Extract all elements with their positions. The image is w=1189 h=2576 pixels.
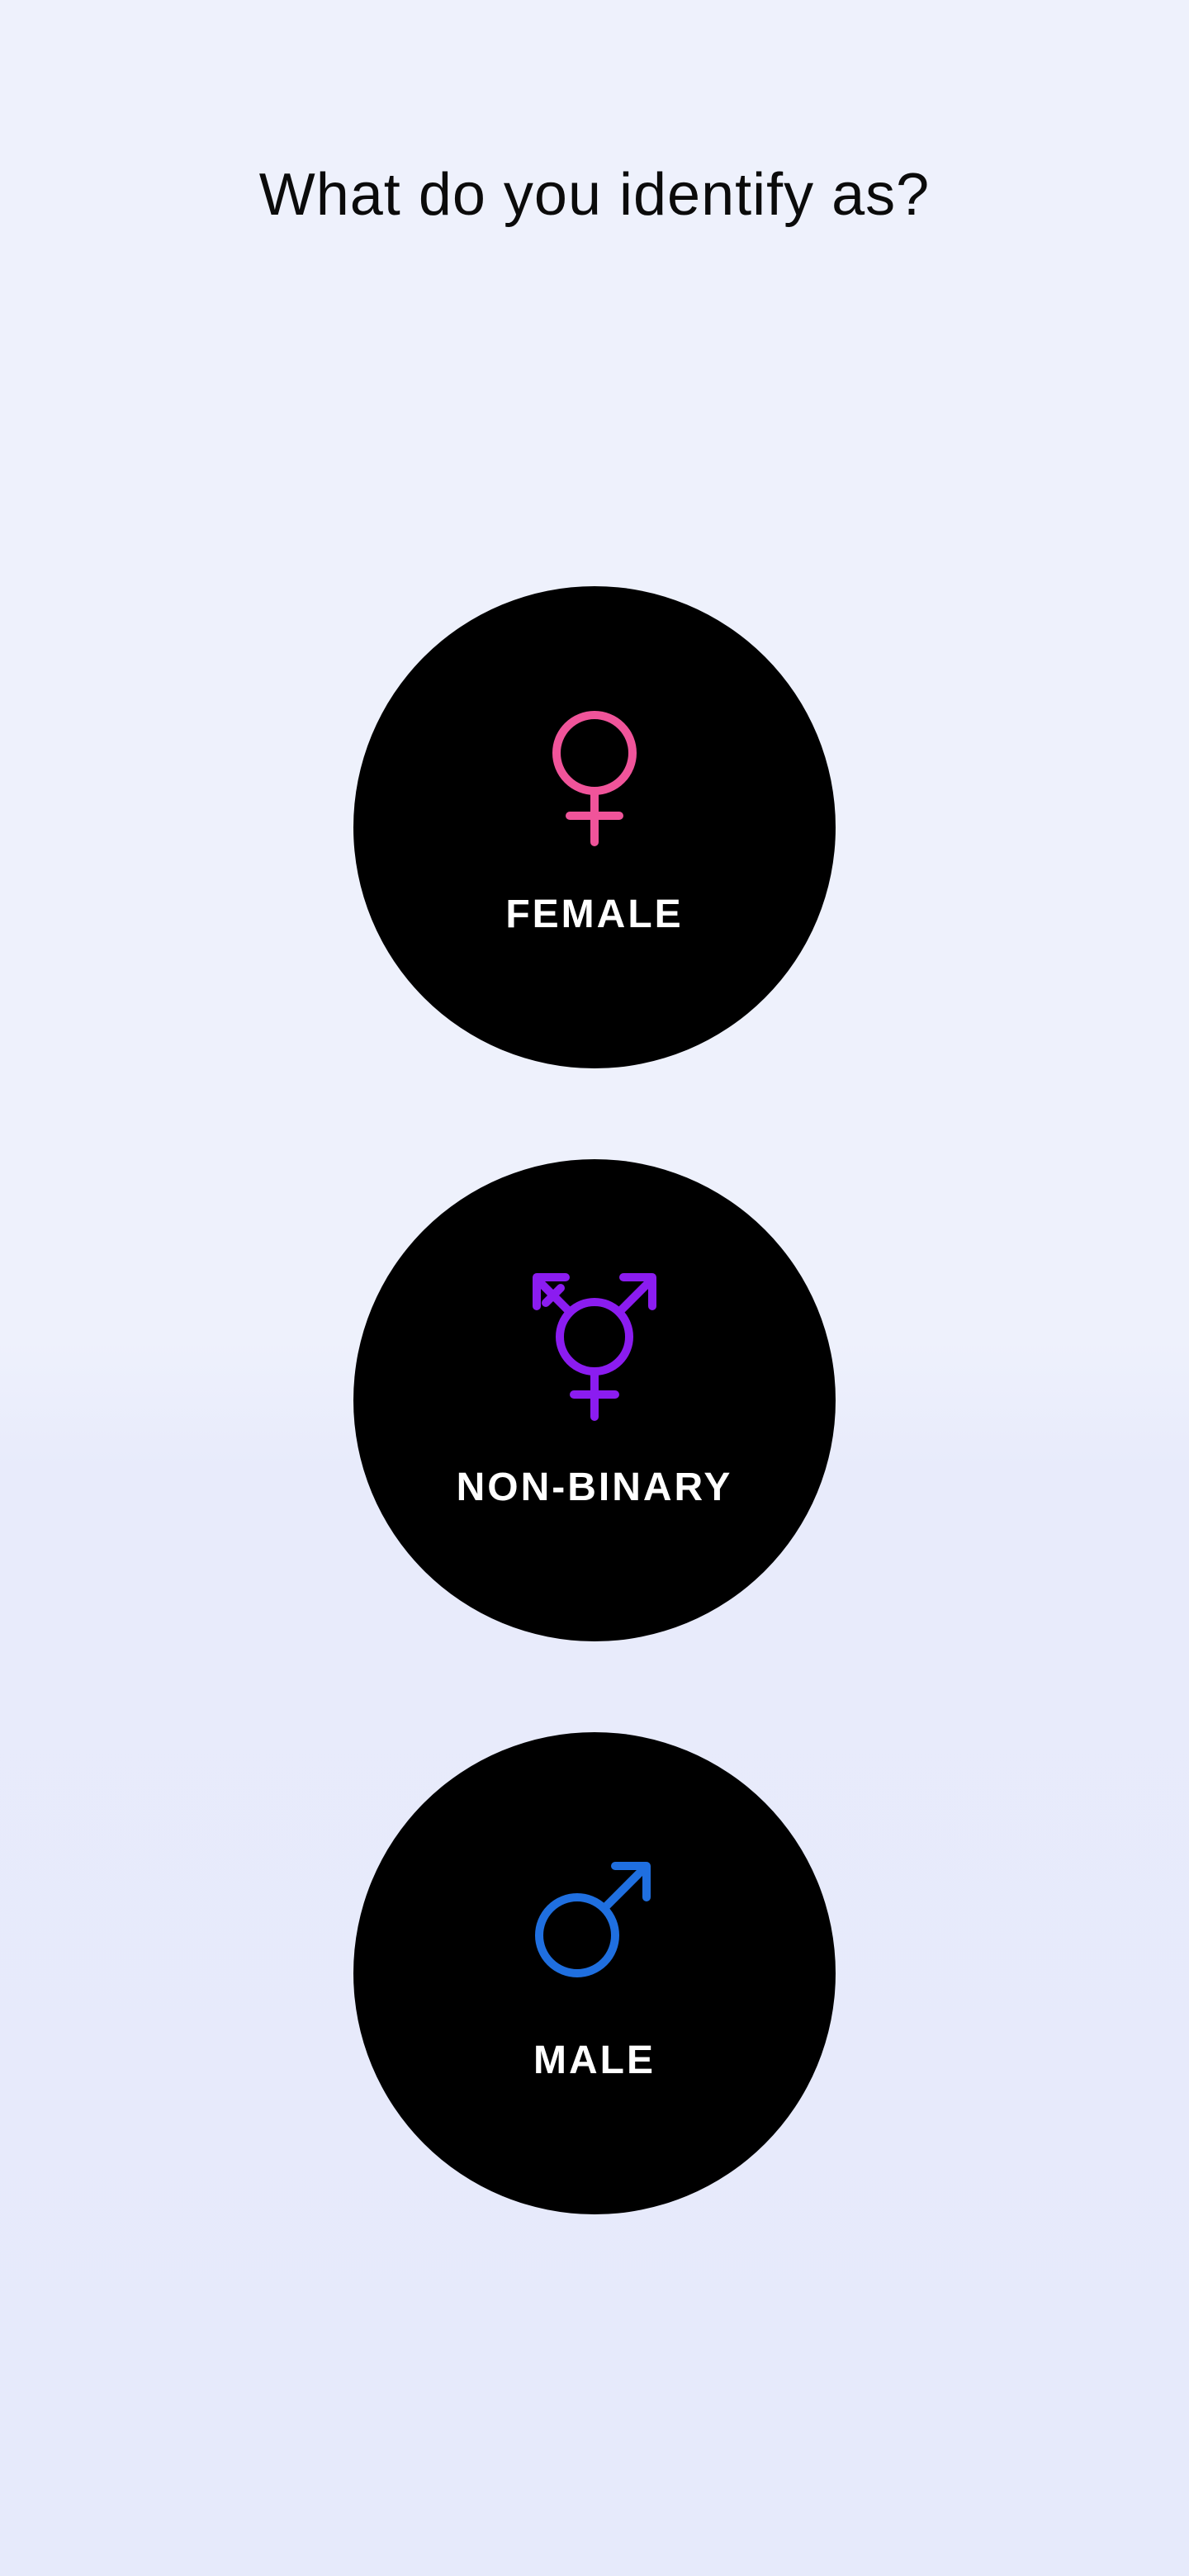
non-binary-label: NON-BINARY [456, 1466, 733, 1509]
male-label: MALE [533, 2039, 656, 2082]
male-symbol-icon [535, 1862, 651, 1977]
female-label: FEMALE [505, 893, 684, 936]
male-option-button[interactable]: MALE [353, 1732, 836, 2214]
transgender-symbol-icon [533, 1273, 656, 1421]
female-symbol-icon [552, 711, 637, 846]
page-title: What do you identify as? [258, 162, 931, 228]
non-binary-option-button[interactable]: NON-BINARY [353, 1159, 836, 1641]
female-option-button[interactable]: FEMALE [353, 586, 836, 1068]
